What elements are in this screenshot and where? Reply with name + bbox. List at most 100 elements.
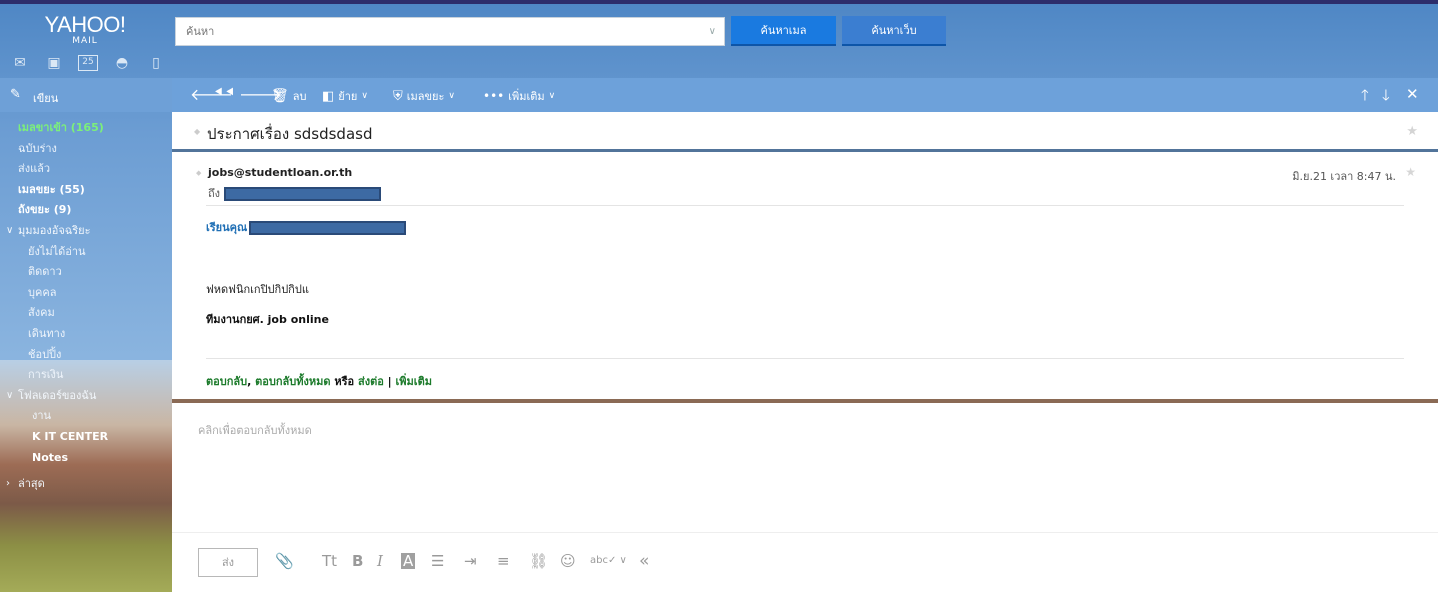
- sidebar-item-starred[interactable]: ติดดาว: [0, 262, 172, 283]
- compose-button[interactable]: ✎ เขียน: [0, 78, 172, 112]
- chevron-down-icon: ∨: [6, 389, 14, 401]
- message-subject: ประกาศเรื่อง sdsdsdasd: [207, 125, 373, 143]
- emoji-icon[interactable]: ☺: [560, 553, 576, 569]
- greeting-text: เรียนคุณ: [206, 221, 248, 234]
- notepad-icon[interactable]: ◓: [112, 55, 132, 71]
- logo-text: YAHOO!: [44, 12, 126, 37]
- app-switcher: ✉ ▣ 25 ◓ ▯: [10, 55, 166, 71]
- folders-label: โฟลเดอร์ของฉัน: [18, 388, 97, 402]
- reply-link[interactable]: ตอบกลับ: [206, 375, 247, 388]
- chevron-right-icon: ›: [6, 478, 10, 490]
- redacted-name: [249, 221, 407, 235]
- ellipsis-icon: •••: [483, 89, 505, 103]
- message-pane: ◆ ประกาศเรื่อง sdsdsdasd ★ ◆ jobs@studen…: [172, 112, 1438, 592]
- mobile-icon[interactable]: ▯: [146, 55, 166, 71]
- move-button[interactable]: ◧ ย้าย ∨: [322, 87, 368, 105]
- redacted-recipient: [223, 187, 381, 201]
- message-date: มิ.ย.21 เวลา 8:47 น.: [1292, 170, 1396, 183]
- sidebar-item-social[interactable]: สังคม: [0, 303, 172, 324]
- divider: [206, 205, 1404, 206]
- logo-subtext: MAIL: [72, 36, 98, 46]
- sidebar-item-finance[interactable]: การเงิน: [0, 365, 172, 386]
- indent-icon[interactable]: ⇥: [464, 553, 477, 569]
- sidebar-item-people[interactable]: บุคคล: [0, 283, 172, 304]
- sidebar-item-folder-k-it-center[interactable]: K IT CENTER: [0, 427, 172, 448]
- sidebar-item-trash[interactable]: ถังขยะ (9): [0, 200, 172, 221]
- separator: |: [387, 375, 392, 388]
- delete-button[interactable]: 🗑 ลบ: [271, 87, 307, 105]
- sidebar-item-folder-work[interactable]: งาน: [0, 406, 172, 427]
- align-icon[interactable]: ≡: [497, 553, 510, 569]
- sender-address[interactable]: jobs@studentloan.or.th: [208, 166, 352, 179]
- star-icon[interactable]: ★: [1406, 124, 1418, 139]
- trash-icon: 🗑: [271, 88, 289, 104]
- sidebar-section-smart-views[interactable]: ∨ มุมมองอัจฉริยะ: [0, 221, 172, 242]
- to-label: ถึง: [208, 187, 221, 200]
- more-link[interactable]: เพิ่มเติม: [396, 375, 432, 388]
- unread-dot-icon[interactable]: ◆: [194, 127, 200, 136]
- previous-message-icon[interactable]: 🡑: [1361, 85, 1369, 110]
- attachment-icon[interactable]: 📎: [275, 553, 294, 569]
- message-body-text: ฟหดฟนิกเกปิปกิปกิปแ: [206, 283, 309, 296]
- sidebar-section-folders[interactable]: ∨ โฟลเดอร์ของฉัน: [0, 386, 172, 407]
- divider: [206, 358, 1404, 359]
- next-message-icon[interactable]: 🡓: [1382, 85, 1390, 110]
- italic-icon[interactable]: I: [377, 553, 383, 569]
- forward-link[interactable]: ส่งต่อ: [358, 375, 384, 388]
- reply-all-icon[interactable]: ⯇⯇: [213, 85, 235, 101]
- sidebar-item-inbox[interactable]: เมลขาเข้า (165): [0, 118, 172, 139]
- send-button[interactable]: ส่ง: [198, 548, 258, 577]
- yahoo-mail-logo[interactable]: YAHOO! MAIL: [30, 12, 140, 47]
- search-web-button[interactable]: ค้นหาเว็บ: [842, 16, 946, 46]
- more-button[interactable]: ••• เพิ่มเติม ∨: [483, 87, 555, 105]
- subject-bar: ◆ ประกาศเรื่อง sdsdsdasd ★: [172, 112, 1438, 152]
- folder-sidebar: เมลขาเข้า (165) ฉบับร่าง ส่งแล้ว เมลขยะ …: [0, 118, 172, 495]
- reply-toolbar: ส่ง 📎 Tt B I A ☰ ⇥ ≡ ⛓ ☺ abc✓ ∨ «: [172, 532, 1438, 592]
- move-label: ย้าย: [338, 90, 358, 103]
- mail-icon[interactable]: ✉: [10, 55, 30, 71]
- greeting-line: เรียนคุณ: [206, 218, 407, 236]
- calendar-icon[interactable]: 25: [78, 55, 98, 71]
- move-icon: ◧: [322, 88, 335, 104]
- text-color-icon[interactable]: A: [401, 553, 416, 569]
- smart-views-label: มุมมองอัจฉริยะ: [18, 223, 91, 237]
- pencil-icon: ✎: [10, 87, 21, 102]
- delete-label: ลบ: [292, 90, 307, 103]
- status-dot-icon: ◆: [196, 169, 202, 177]
- search-box: ∨: [175, 17, 725, 46]
- sidebar-item-folder-notes[interactable]: Notes: [0, 448, 172, 469]
- close-icon[interactable]: ✕: [1406, 85, 1419, 103]
- quick-actions: ตอบกลับ, ตอบกลับทั้งหมด หรือ ส่งต่อ | เพ…: [206, 375, 432, 388]
- chevron-down-icon: ∨: [548, 91, 556, 101]
- message-toolbar: 🡐 ⯇⯇ 🡒 🗑 ลบ ◧ ย้าย ∨ ⛨ เมลขยะ ∨ ••• เพิ่…: [172, 78, 1438, 112]
- reply-placeholder: คลิกเพื่อตอบกลับทั้งหมด: [198, 424, 312, 437]
- message-signature: ทีมงานกยศ. job online: [206, 313, 329, 326]
- search-input[interactable]: [176, 18, 696, 45]
- more-label: เพิ่มเติม: [508, 90, 545, 103]
- font-size-icon[interactable]: Tt: [322, 553, 337, 569]
- sidebar-item-spam[interactable]: เมลขยะ (55): [0, 180, 172, 201]
- sidebar-item-travel[interactable]: เดินทาง: [0, 324, 172, 345]
- bold-icon[interactable]: B: [352, 553, 363, 569]
- search-mail-button[interactable]: ค้นหาเมล: [731, 16, 836, 46]
- chevron-down-icon: ∨: [361, 91, 368, 101]
- spellcheck-icon[interactable]: abc✓ ∨: [590, 553, 627, 569]
- reply-all-link[interactable]: ตอบกลับทั้งหมด: [255, 375, 330, 388]
- link-icon[interactable]: ⛓: [529, 553, 548, 569]
- spam-button[interactable]: ⛨ เมลขยะ ∨: [393, 87, 455, 105]
- chevron-down-icon: ∨: [6, 224, 14, 236]
- sidebar-section-recent[interactable]: › ล่าสุด: [0, 474, 172, 495]
- sidebar-item-drafts[interactable]: ฉบับร่าง: [0, 139, 172, 160]
- collapse-toolbar-icon[interactable]: «: [639, 553, 649, 570]
- sidebar-item-unread[interactable]: ยังไม่ได้อ่าน: [0, 242, 172, 263]
- contacts-icon[interactable]: ▣: [44, 55, 64, 71]
- search-dropdown-icon[interactable]: ∨: [709, 26, 716, 37]
- message-card: ◆ jobs@studentloan.or.th ถึง มิ.ย.21 เวล…: [172, 155, 1438, 403]
- recipient-line: ถึง: [208, 184, 381, 202]
- star-icon[interactable]: ★: [1405, 165, 1416, 179]
- reply-area[interactable]: คลิกเพื่อตอบกลับทั้งหมด: [172, 407, 1438, 532]
- or-text: หรือ: [334, 375, 355, 388]
- bullet-list-icon[interactable]: ☰: [431, 553, 444, 569]
- sidebar-item-shopping[interactable]: ช้อปปิ้ง: [0, 345, 172, 366]
- sidebar-item-sent[interactable]: ส่งแล้ว: [0, 159, 172, 180]
